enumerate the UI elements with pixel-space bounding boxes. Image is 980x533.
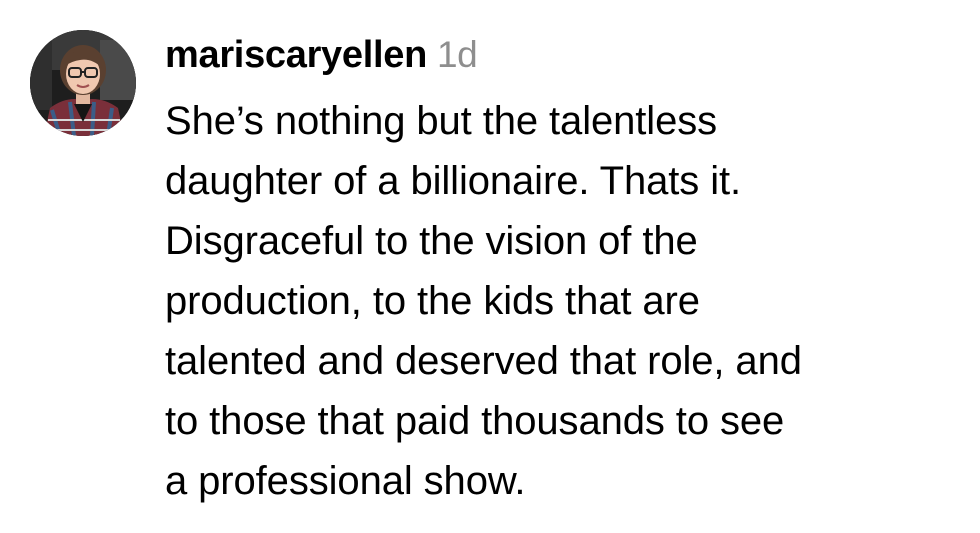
comment-header: mariscaryellen 1d xyxy=(165,34,965,90)
comment-content: mariscaryellen 1d She’s nothing but the … xyxy=(165,34,965,511)
comment-text: She’s nothing but the talentless daughte… xyxy=(165,99,802,503)
user-avatar[interactable] xyxy=(30,30,136,136)
user-avatar-photo-icon xyxy=(30,30,136,136)
username-link[interactable]: mariscaryellen xyxy=(165,34,427,77)
comment: mariscaryellen 1d She’s nothing but the … xyxy=(0,0,980,533)
comment-timestamp[interactable]: 1d xyxy=(437,34,478,76)
